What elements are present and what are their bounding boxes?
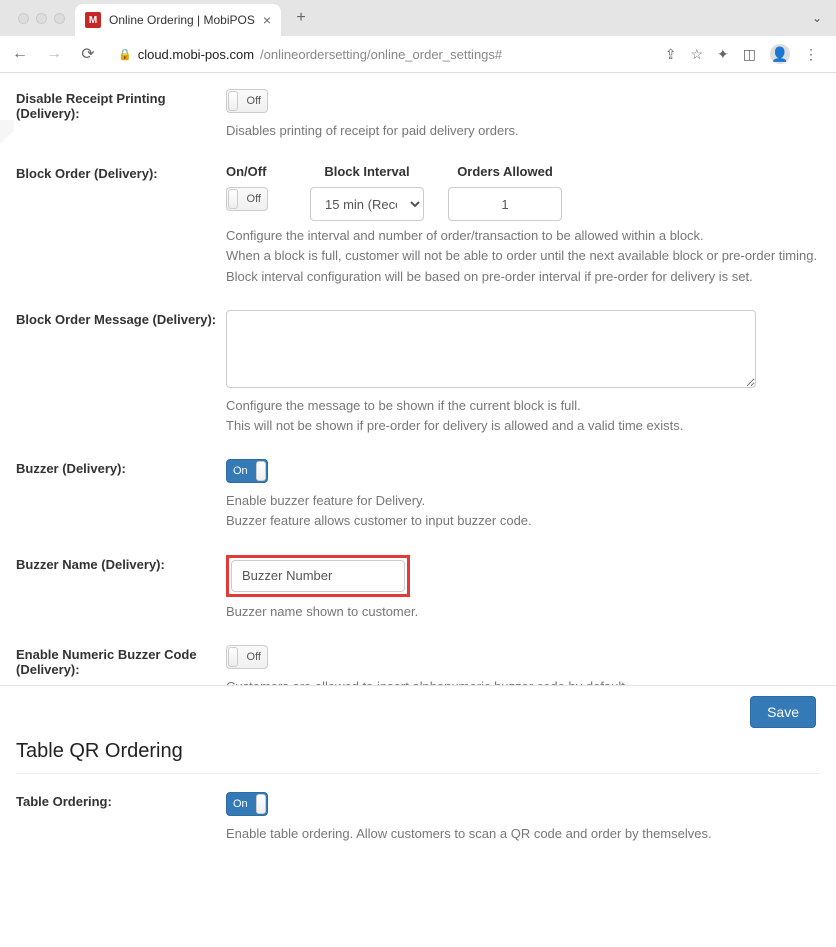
- url-input[interactable]: 🔒 cloud.mobi-pos.com/onlineordersetting/…: [110, 47, 655, 62]
- toggle-label: Off: [247, 193, 261, 205]
- save-button[interactable]: Save: [750, 696, 816, 728]
- toggle-label: Off: [247, 95, 261, 107]
- toggle-disable-receipt[interactable]: Off: [226, 89, 268, 113]
- highlight-buzzer-name: [226, 555, 410, 597]
- browser-tab[interactable]: M Online Ordering | MobiPOS ×: [75, 4, 281, 36]
- profile-icon[interactable]: 👤: [770, 44, 790, 64]
- help-block-message-2: This will not be shown if pre-order for …: [226, 417, 820, 435]
- back-button[interactable]: ←: [8, 42, 32, 66]
- label-table-ordering: Table Ordering:: [16, 792, 226, 809]
- page-content: Disable Receipt Printing (Delivery): Off…: [0, 73, 836, 947]
- section-divider: [16, 773, 820, 774]
- new-tab-button[interactable]: +: [287, 4, 315, 32]
- setting-buzzer-name: Buzzer Name (Delivery): Buzzer name show…: [16, 555, 820, 621]
- help-block-order-2: When a block is full, customer will not …: [226, 247, 820, 265]
- help-buzzer-2: Buzzer feature allows customer to input …: [226, 512, 820, 530]
- menu-icon[interactable]: ⋮: [804, 46, 818, 63]
- forward-button[interactable]: →: [42, 42, 66, 66]
- extensions-icon[interactable]: ✦: [717, 46, 729, 63]
- input-buzzer-name[interactable]: [231, 560, 405, 592]
- chrome-actions: ⇪ ☆ ✦ ◫ 👤 ⋮: [665, 44, 828, 64]
- setting-block-order: Block Order (Delivery): On/Off Off Block…: [16, 164, 820, 286]
- help-block-order-1: Configure the interval and number of ord…: [226, 227, 820, 245]
- footer-bar: Save: [0, 685, 836, 738]
- share-icon[interactable]: ⇪: [665, 46, 677, 63]
- label-block-message: Block Order Message (Delivery):: [16, 310, 226, 327]
- url-path: /onlineordersetting/online_order_setting…: [260, 47, 502, 62]
- label-disable-receipt: Disable Receipt Printing (Delivery):: [16, 89, 226, 121]
- toggle-label: On: [233, 465, 248, 477]
- help-buzzer-1: Enable buzzer feature for Delivery.: [226, 492, 820, 510]
- toggle-numeric-buzzer[interactable]: Off: [226, 645, 268, 669]
- minimize-window-icon[interactable]: [36, 13, 47, 24]
- toggle-knob: [228, 647, 238, 667]
- label-buzzer: Buzzer (Delivery):: [16, 459, 226, 476]
- help-table-ordering: Enable table ordering. Allow customers t…: [226, 825, 820, 843]
- reload-button[interactable]: ⟳: [76, 42, 100, 66]
- label-buzzer-name: Buzzer Name (Delivery):: [16, 555, 226, 572]
- help-block-order-3: Block interval configuration will be bas…: [226, 268, 820, 286]
- toggle-knob: [256, 794, 266, 814]
- lock-icon: 🔒: [118, 48, 132, 61]
- setting-buzzer: Buzzer (Delivery): On Enable buzzer feat…: [16, 459, 820, 530]
- drawer-handle-icon[interactable]: [0, 120, 14, 168]
- textarea-block-message[interactable]: [226, 310, 756, 388]
- window-controls: [8, 13, 75, 24]
- select-block-interval[interactable]: 15 min (Recommended): [310, 187, 424, 221]
- bookmark-icon[interactable]: ☆: [690, 46, 703, 63]
- help-buzzer-name: Buzzer name shown to customer.: [226, 603, 820, 621]
- label-numeric-buzzer: Enable Numeric Buzzer Code (Delivery):: [16, 645, 226, 677]
- toggle-buzzer[interactable]: On: [226, 459, 268, 483]
- url-host: cloud.mobi-pos.com: [138, 47, 254, 62]
- setting-table-ordering: Table Ordering: On Enable table ordering…: [16, 792, 820, 843]
- toggle-table-ordering[interactable]: On: [226, 792, 268, 816]
- close-window-icon[interactable]: [18, 13, 29, 24]
- tab-list-button[interactable]: ⌄: [812, 11, 836, 25]
- toggle-label: On: [233, 798, 248, 810]
- toggle-label: Off: [247, 651, 261, 663]
- favicon-icon: M: [85, 12, 101, 28]
- browser-chrome: M Online Ordering | MobiPOS × + ⌄ ← → ⟳ …: [0, 0, 836, 73]
- toggle-knob: [228, 189, 238, 209]
- help-block-message-1: Configure the message to be shown if the…: [226, 397, 820, 415]
- toggle-knob: [228, 91, 238, 111]
- address-bar: ← → ⟳ 🔒 cloud.mobi-pos.com/onlineorderse…: [0, 36, 836, 72]
- label-block-order: Block Order (Delivery):: [16, 164, 226, 181]
- tab-close-icon[interactable]: ×: [263, 12, 271, 28]
- toggle-knob: [256, 461, 266, 481]
- col-header-allowed: Orders Allowed: [448, 164, 562, 179]
- toggle-block-order[interactable]: Off: [226, 187, 268, 211]
- setting-block-message: Block Order Message (Delivery): Configur…: [16, 310, 820, 435]
- section-table-qr: Table QR Ordering: [16, 740, 820, 763]
- tab-bar: M Online Ordering | MobiPOS × + ⌄: [0, 0, 836, 36]
- col-header-interval: Block Interval: [310, 164, 424, 179]
- setting-disable-receipt: Disable Receipt Printing (Delivery): Off…: [16, 89, 820, 140]
- maximize-window-icon[interactable]: [54, 13, 65, 24]
- tab-title: Online Ordering | MobiPOS: [109, 13, 255, 27]
- sidepanel-icon[interactable]: ◫: [743, 46, 756, 63]
- input-orders-allowed[interactable]: [448, 187, 562, 221]
- help-disable-receipt: Disables printing of receipt for paid de…: [226, 122, 820, 140]
- col-header-onoff: On/Off: [226, 164, 286, 179]
